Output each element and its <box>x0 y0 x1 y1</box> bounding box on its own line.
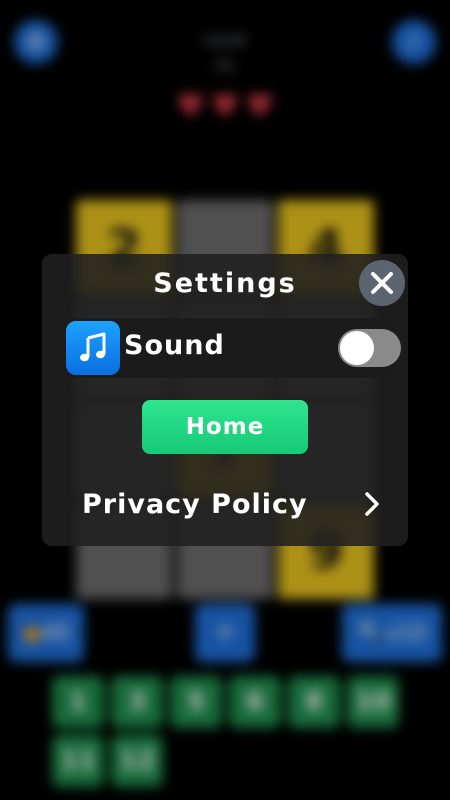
sound-setting-row: Sound <box>64 318 401 378</box>
privacy-policy-row[interactable]: Privacy Policy <box>64 478 390 530</box>
home-button[interactable]: Home <box>142 400 308 454</box>
close-button[interactable] <box>359 260 405 306</box>
dialog-title: Settings <box>153 268 297 299</box>
close-icon <box>371 272 393 294</box>
sound-label: Sound <box>124 330 225 361</box>
music-note-icon <box>66 321 120 375</box>
settings-dialog: Settings Sound Home Privacy Policy <box>42 254 408 546</box>
sound-toggle[interactable] <box>338 329 401 367</box>
privacy-policy-label: Privacy Policy <box>82 488 308 520</box>
chevron-right-icon <box>362 490 390 518</box>
toggle-knob <box>340 331 374 365</box>
